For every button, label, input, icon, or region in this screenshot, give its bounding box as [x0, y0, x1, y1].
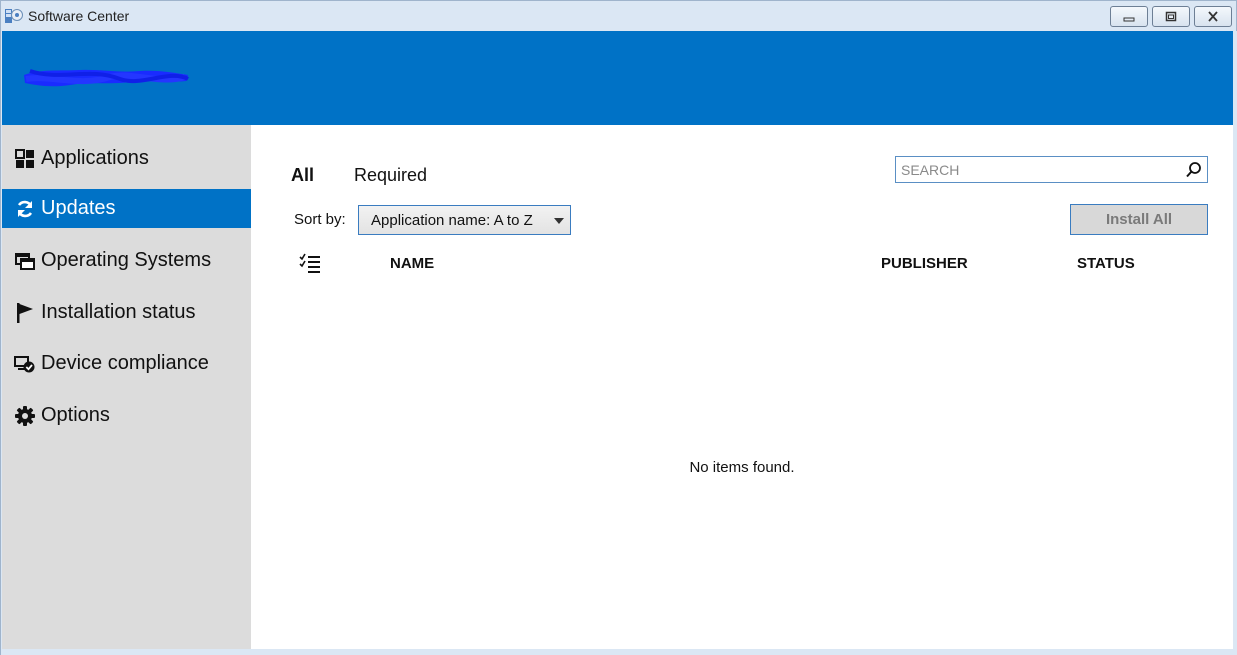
tab-all[interactable]: All: [291, 165, 314, 186]
sidebar-item-label: Updates: [41, 197, 116, 219]
close-icon: [1208, 11, 1218, 22]
empty-state-message: No items found.: [689, 459, 795, 476]
main-content: All Required Sort by: Application name: …: [251, 125, 1233, 649]
search-input[interactable]: [896, 157, 1176, 182]
sidebar-item-device-compliance[interactable]: Device compliance: [2, 344, 251, 383]
sidebar-item-updates[interactable]: Updates: [2, 189, 251, 228]
close-button[interactable]: [1194, 6, 1232, 27]
sidebar: Applications Updates Operating Systems I…: [2, 125, 251, 649]
software-center-window: Software Center Applications Updates Ope…: [0, 0, 1237, 655]
sidebar-item-label: Applications: [41, 147, 149, 169]
minimize-icon: [1123, 17, 1135, 21]
column-header-publisher[interactable]: PUBLISHER: [881, 255, 968, 272]
restore-button[interactable]: [1152, 6, 1190, 27]
minimize-button[interactable]: [1110, 6, 1148, 27]
sidebar-item-label: Device compliance: [41, 352, 209, 374]
flag-icon: [14, 302, 36, 324]
search-icon[interactable]: [1185, 161, 1203, 179]
sidebar-item-options[interactable]: Options: [2, 396, 251, 435]
applications-icon: [14, 148, 36, 170]
sidebar-item-applications[interactable]: Applications: [2, 139, 251, 178]
gear-icon: [14, 405, 36, 427]
redacted-logo-scribble: [24, 69, 189, 87]
windows-icon: [14, 250, 36, 272]
sidebar-item-label: Options: [41, 404, 110, 426]
tab-required[interactable]: Required: [354, 165, 427, 186]
sidebar-item-installation-status[interactable]: Installation status: [2, 293, 251, 332]
title-bar: Software Center: [1, 1, 1236, 31]
sidebar-item-label: Installation status: [41, 301, 196, 323]
column-header-name[interactable]: NAME: [390, 255, 434, 272]
select-all-checklist-icon[interactable]: [299, 253, 321, 273]
bottom-window-edge: [1, 649, 1237, 655]
sort-dropdown[interactable]: Application name: A to Z: [358, 205, 571, 235]
device-compliance-icon: [14, 353, 36, 375]
sort-selected-value: Application name: A to Z: [371, 211, 533, 229]
column-header-status[interactable]: STATUS: [1077, 255, 1135, 272]
header-banner: [2, 31, 1233, 125]
install-all-button[interactable]: Install All: [1070, 204, 1208, 235]
window-title: Software Center: [28, 8, 130, 24]
software-center-app-icon: [5, 8, 23, 24]
sort-by-label: Sort by:: [294, 211, 346, 228]
refresh-icon: [14, 198, 36, 220]
restore-icon: [1165, 11, 1177, 22]
search-box[interactable]: [895, 156, 1208, 183]
chevron-down-icon: [554, 218, 564, 224]
sidebar-item-operating-systems[interactable]: Operating Systems: [2, 241, 251, 280]
right-window-edge: [1233, 31, 1237, 649]
sidebar-item-label: Operating Systems: [41, 249, 212, 271]
